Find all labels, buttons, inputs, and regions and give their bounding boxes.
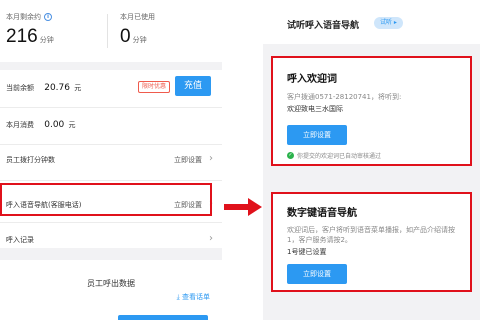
inbound-log-label: 呼入记录: [6, 236, 34, 244]
digit-nav-desc: 欢迎词后，客户将听到语音菜单播报，如产品介绍请按1，客户服务请按2。: [287, 226, 455, 244]
check-icon: ✓: [287, 152, 294, 159]
download-icon: ⤓: [176, 293, 180, 301]
right-phone-screen: 试听呼入语音导航 试听 ▸ 呼入欢迎词 客户拨通0571-28120741，将听…: [263, 0, 480, 320]
view-bills-link[interactable]: ⤓ 查看话单: [177, 292, 210, 302]
divider: [0, 180, 222, 181]
listen-tag[interactable]: 试听 ▸: [374, 17, 403, 29]
chevron-right-icon: ›: [209, 233, 213, 244]
divider: [0, 144, 222, 145]
digit-nav-setup-button[interactable]: 立即设置: [287, 264, 347, 284]
balance-label: 当前余额: [6, 84, 34, 92]
minutes-stats-card: 本月剩余约 i 216 分钟 本月已使用 0 分钟: [0, 0, 222, 62]
used-unit: 分钟: [132, 37, 147, 44]
screenshot-root: 本月剩余约 i 216 分钟 本月已使用 0 分钟 当前余额 20.76 元 限…: [0, 0, 480, 320]
divider: [0, 222, 222, 223]
digit-nav-title: 数字键语音导航: [287, 208, 357, 219]
highlight-box: [0, 183, 212, 216]
play-icon: ▸: [392, 19, 397, 26]
remaining-value: 216: [6, 26, 38, 47]
spend-value: 0.00: [44, 120, 65, 130]
used-minutes-stat: 本月已使用 0 分钟: [120, 12, 155, 48]
remaining-label: 本月剩余约: [6, 13, 41, 21]
used-label: 本月已使用: [120, 13, 155, 21]
divider: [0, 107, 222, 108]
remaining-minutes-stat: 本月剩余约 i 216 分钟: [6, 12, 54, 48]
page-title: 试听呼入语音导航: [287, 21, 360, 31]
info-icon[interactable]: i: [44, 13, 52, 21]
stats-divider: [107, 14, 108, 48]
remaining-unit: 分钟: [39, 37, 54, 44]
balance-value: 20.76: [44, 83, 70, 93]
view-bills-label: 查看话单: [182, 293, 210, 301]
outbound-card: [0, 260, 222, 320]
welcome-title: 呼入欢迎词: [287, 74, 337, 85]
spend-label: 本月消费: [6, 121, 34, 129]
promo-badge: 限时优惠: [138, 81, 171, 93]
welcome-panel: 呼入欢迎词 客户拨通0571-28120741，将听到: 欢迎致电三水国际 立即…: [271, 56, 472, 166]
welcome-text: 欢迎致电三水国际: [287, 105, 343, 113]
chevron-right-icon: ›: [209, 153, 213, 164]
staff-minutes-action[interactable]: 立即设置: [174, 155, 202, 165]
welcome-setup-button[interactable]: 立即设置: [287, 125, 347, 145]
welcome-desc: 客户拨通0571-28120741，将听到:: [287, 93, 402, 101]
ivr-preview-header: 试听呼入语音导航 试听 ▸: [263, 0, 480, 44]
arrow-right-icon: [224, 198, 262, 216]
digit-nav-panel: 数字键语音导航 欢迎词后，客户将听到语音菜单播报，如产品介绍请按1，客户服务请按…: [271, 192, 472, 292]
charge-button[interactable]: 充值: [175, 76, 211, 96]
outbound-title: 员工呼出数据: [87, 279, 135, 288]
bottom-button-edge[interactable]: [118, 315, 208, 320]
staff-minutes-label: 员工拨打分钟数: [6, 156, 55, 164]
welcome-status-text: 你提交的欢迎词已自动审核通过: [297, 153, 382, 160]
digit-nav-status: 1号键已设置: [287, 248, 327, 256]
welcome-status: ✓ 你提交的欢迎词已自动审核通过: [287, 151, 381, 160]
used-value: 0: [120, 26, 131, 47]
left-phone-screen: 本月剩余约 i 216 分钟 本月已使用 0 分钟 当前余额 20.76 元 限…: [0, 0, 222, 320]
balance-unit: 元: [74, 84, 82, 92]
spend-unit: 元: [68, 121, 76, 129]
